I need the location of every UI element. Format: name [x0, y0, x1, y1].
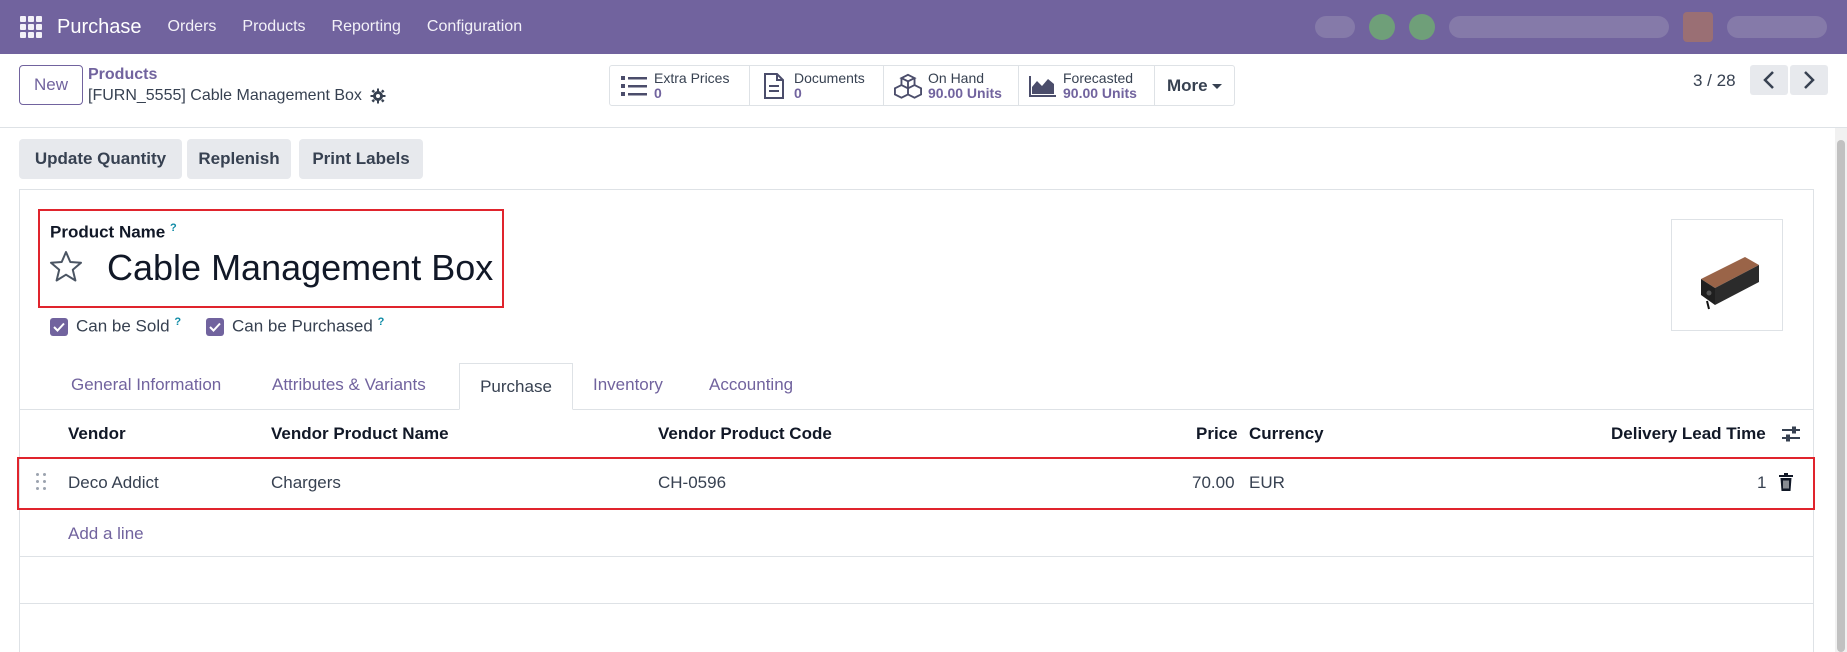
pager-value[interactable]: 3 / 28 [1693, 71, 1736, 91]
systray-item[interactable] [1449, 16, 1669, 38]
area-chart-icon [1029, 73, 1057, 99]
column-vendor[interactable]: Vendor [68, 424, 126, 444]
product-name-field[interactable]: Cable Management Box [107, 247, 493, 289]
tab-general-information[interactable]: General Information [71, 375, 221, 395]
more-button[interactable]: More [1155, 66, 1234, 105]
product-image[interactable] [1671, 219, 1783, 331]
row-divider [19, 603, 1814, 604]
systray-item[interactable] [1409, 14, 1435, 40]
can-be-purchased-label: Can be Purchased ? [232, 316, 385, 336]
menu-orders[interactable]: Orders [168, 18, 217, 36]
record-title: [FURN_5555] Cable Management Box [88, 87, 386, 105]
chevron-left-icon [1763, 71, 1774, 89]
print-labels-button[interactable]: Print Labels [299, 139, 423, 179]
control-panel: New Products [FURN_5555] Cable Managemen… [0, 54, 1847, 128]
can-be-sold-label: Can be Sold ? [76, 316, 182, 336]
help-tooltip[interactable]: ? [170, 222, 177, 234]
add-line-link[interactable]: Add a line [68, 524, 144, 544]
more-label: More [1167, 75, 1208, 95]
star-icon[interactable] [49, 250, 83, 284]
smart-buttons: Extra Prices 0 Documents 0 On Hand 90.00… [609, 65, 1235, 106]
forecasted-label: Forecasted [1063, 69, 1134, 86]
optional-columns-icon[interactable] [1781, 424, 1801, 444]
documents-count: 0 [794, 84, 802, 101]
extra-prices-count: 0 [654, 84, 662, 101]
documents-label: Documents [794, 69, 865, 86]
gear-icon[interactable] [370, 88, 386, 104]
extra-prices-label: Extra Prices [654, 69, 730, 86]
chevron-right-icon [1804, 71, 1815, 89]
breadcrumb-products[interactable]: Products [88, 66, 157, 84]
documents-button[interactable]: Documents 0 [750, 66, 884, 105]
replenish-button[interactable]: Replenish [187, 139, 291, 179]
row-divider [19, 556, 1814, 557]
help-tooltip[interactable]: ? [378, 316, 385, 328]
cell-currency[interactable]: EUR [1249, 473, 1285, 493]
systray-item[interactable] [1315, 16, 1355, 38]
help-tooltip[interactable]: ? [174, 316, 181, 328]
update-quantity-button[interactable]: Update Quantity [19, 139, 182, 179]
forecasted-value: 90.00 Units [1063, 84, 1137, 101]
cell-vendor-product-code[interactable]: CH-0596 [658, 473, 726, 493]
cell-vendor[interactable]: Deco Addict [68, 473, 159, 493]
caret-down-icon [1211, 84, 1222, 89]
top-navbar: Purchase Orders Products Reporting Confi… [0, 0, 1847, 54]
column-delivery-lead-time[interactable]: Delivery Lead Time [1611, 424, 1766, 444]
company-avatar[interactable] [1683, 12, 1713, 42]
menu-products[interactable]: Products [242, 18, 305, 36]
new-button[interactable]: New [19, 65, 83, 105]
check-icon [209, 322, 221, 332]
tab-inventory[interactable]: Inventory [593, 375, 663, 395]
cubes-icon [894, 73, 922, 99]
column-price[interactable]: Price [1196, 424, 1238, 444]
on-hand-value: 90.00 Units [928, 84, 1002, 101]
menu-configuration[interactable]: Configuration [427, 18, 522, 36]
apps-menu-icon[interactable] [20, 16, 42, 38]
product-name-label: Product Name ? [50, 222, 177, 242]
scrollbar-thumb[interactable] [1837, 140, 1845, 652]
tabs-underline [19, 409, 1814, 410]
cell-delivery-lead-time[interactable]: 1 [1757, 473, 1766, 493]
list-icon [620, 73, 648, 99]
user-menu[interactable] [1727, 16, 1827, 38]
record-title-text: [FURN_5555] Cable Management Box [88, 87, 362, 104]
cell-price[interactable]: 70.00 [1192, 473, 1235, 493]
menu-reporting[interactable]: Reporting [332, 18, 401, 36]
trash-icon[interactable] [1779, 473, 1793, 491]
check-icon [53, 322, 65, 332]
column-vendor-product-code[interactable]: Vendor Product Code [658, 424, 832, 444]
pager-previous-button[interactable] [1750, 65, 1788, 95]
forecasted-button[interactable]: Forecasted 90.00 Units [1019, 66, 1155, 105]
tab-accounting[interactable]: Accounting [709, 375, 793, 395]
document-icon [760, 72, 788, 99]
column-vendor-product-name[interactable]: Vendor Product Name [271, 424, 449, 444]
on-hand-button[interactable]: On Hand 90.00 Units [884, 66, 1019, 105]
can-be-purchased-checkbox[interactable] [206, 318, 224, 336]
systray-item[interactable] [1369, 14, 1395, 40]
cell-vendor-product-name[interactable]: Chargers [271, 473, 341, 493]
column-currency[interactable]: Currency [1249, 424, 1324, 444]
tab-attributes-variants[interactable]: Attributes & Variants [272, 375, 426, 395]
systray [1267, 8, 1827, 46]
app-name[interactable]: Purchase [57, 16, 142, 39]
on-hand-label: On Hand [928, 69, 985, 86]
extra-prices-button[interactable]: Extra Prices 0 [610, 66, 750, 105]
tab-purchase[interactable]: Purchase [459, 363, 573, 410]
pager-next-button[interactable] [1790, 65, 1828, 95]
can-be-sold-checkbox[interactable] [50, 318, 68, 336]
drag-handle-icon[interactable] [36, 473, 46, 491]
cable-box-image [1701, 257, 1759, 310]
